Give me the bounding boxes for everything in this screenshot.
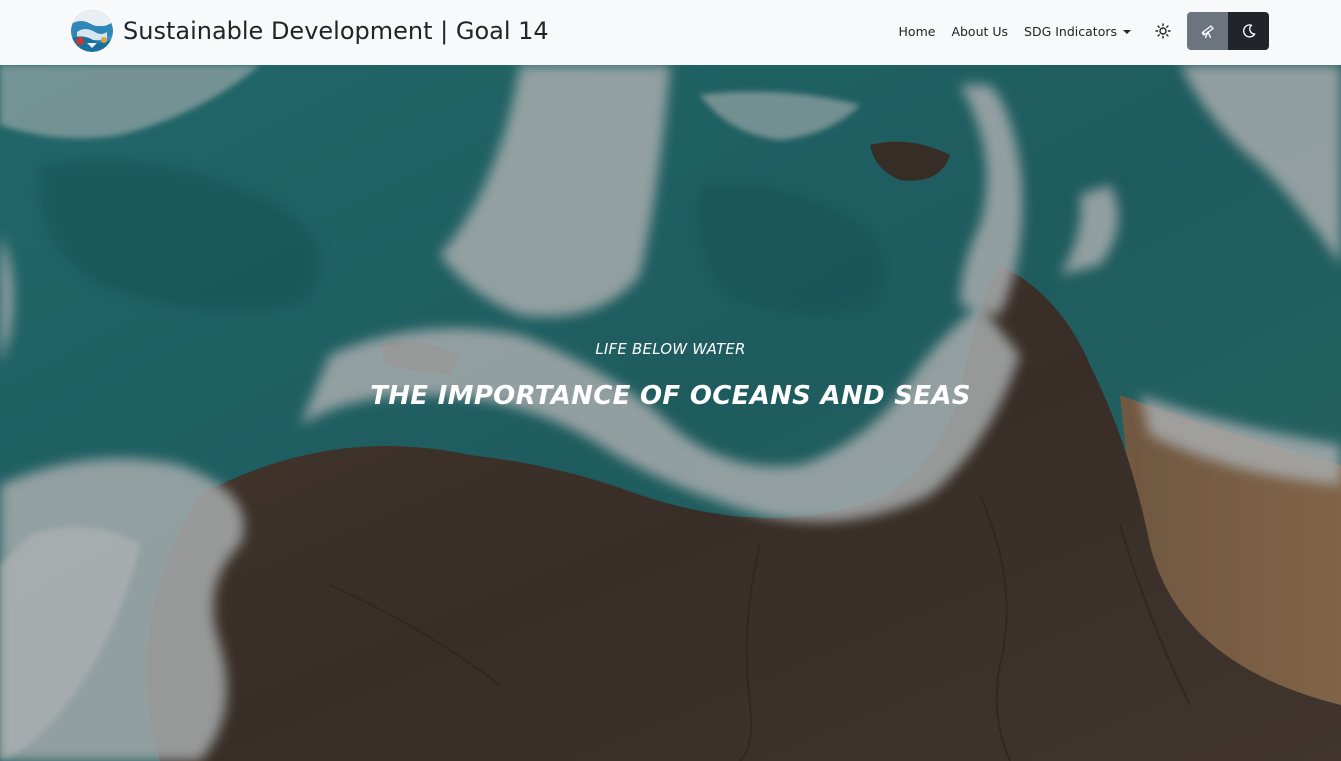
hero-section: LIFE BELOW WATER THE IMPORTANCE OF OCEAN… [0,65,1341,761]
sun-icon [1155,23,1171,39]
explore-mode-button[interactable] [1187,12,1228,50]
ocean-globe-logo-icon [71,10,113,52]
nav-about-link[interactable]: About Us [943,24,1016,39]
nav-home-link[interactable]: Home [891,24,944,39]
moon-icon [1242,24,1255,38]
light-mode-button[interactable] [1149,12,1177,50]
brand-link[interactable]: Sustainable Development | Goal 14 [71,10,549,52]
brand-title: Sustainable Development | Goal 14 [123,17,549,45]
theme-toggle-group [1187,12,1269,50]
telescope-icon [1201,25,1214,39]
nav-sdg-indicators-dropdown[interactable]: SDG Indicators [1016,24,1139,39]
dark-mode-button[interactable] [1228,12,1269,50]
nav-sdg-indicators-label: SDG Indicators [1024,23,1117,39]
chevron-down-icon [1123,29,1131,34]
hero-overlay [0,65,1341,761]
hero-title: THE IMPORTANCE OF OCEANS AND SEAS [370,381,971,411]
top-navbar: Sustainable Development | Goal 14 Home A… [0,0,1341,65]
nav-menu: Home About Us SDG Indicators [891,12,1269,50]
hero-subtitle: LIFE BELOW WATER [595,340,746,358]
